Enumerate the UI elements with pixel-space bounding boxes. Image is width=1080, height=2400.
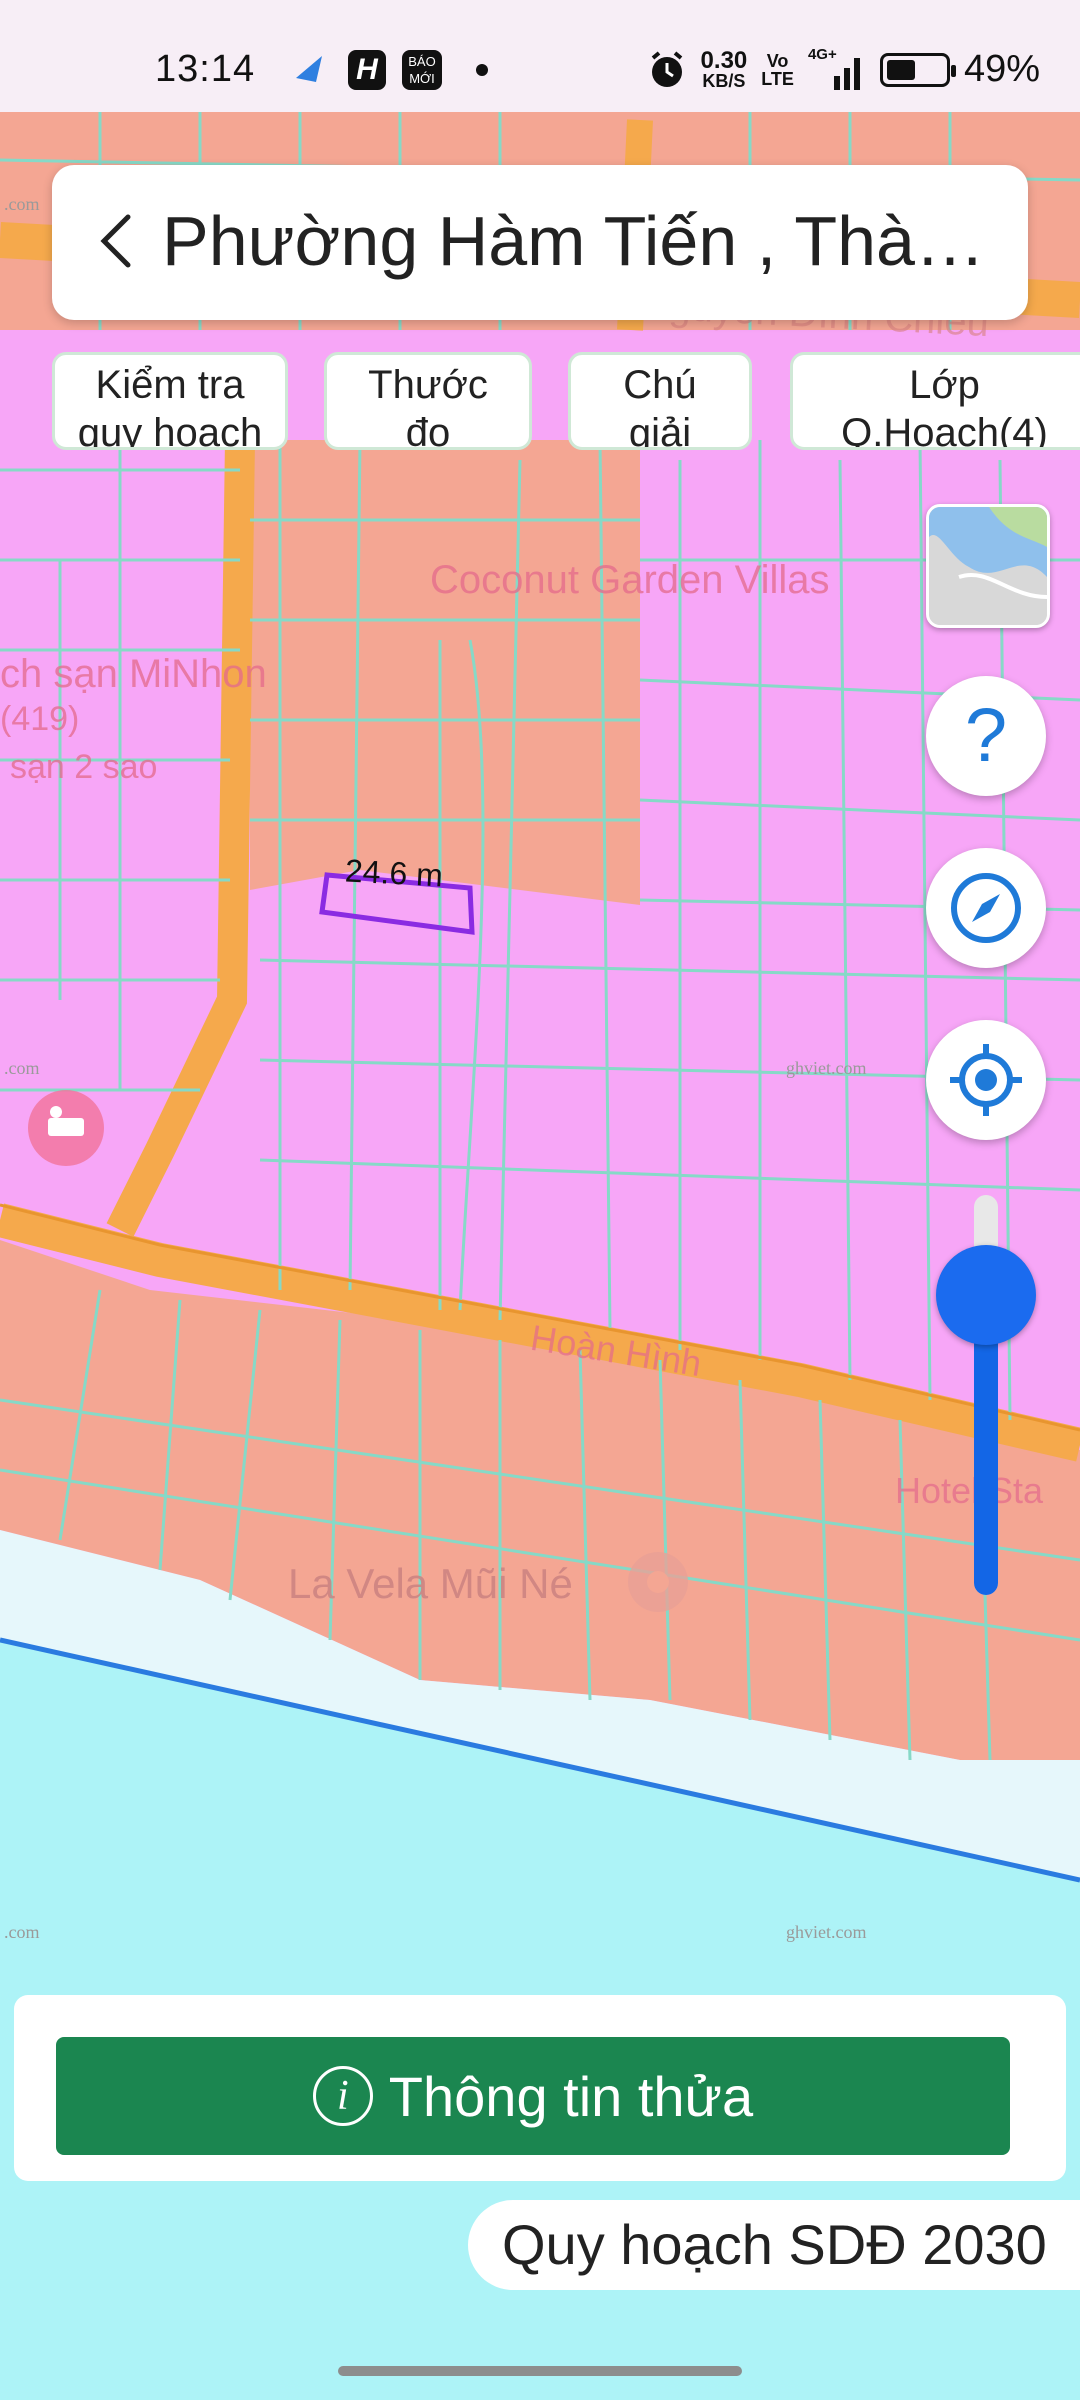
status-right-group: 0.30 KB/S Vo LTE 4G+ 49% (647, 46, 1040, 91)
compass-icon (951, 873, 1021, 943)
watermark: .com (4, 1058, 40, 1078)
h-app-icon: H (348, 50, 386, 90)
watermark: ghviet.com (786, 1922, 867, 1942)
location-header[interactable]: Phường Hàm Tiến , Thành phố Phan Thiết (52, 165, 1028, 320)
status-bar: 13:14 H BÁO MỚI 0.30 KB/S Vo LTE 4G+ 49% (0, 0, 1080, 112)
battery-percent: 49% (963, 48, 1040, 90)
chip-label-line1: Lớp (909, 363, 980, 407)
bao-moi-line1: BÁO (408, 54, 436, 69)
chip-label-line1: Chú (623, 363, 697, 407)
notification-dot-icon (476, 64, 488, 76)
check-planning-button[interactable]: Kiểm tra quy hoạch (52, 352, 288, 450)
ruler-button[interactable]: Thước đo (324, 352, 532, 450)
bao-moi-app-icon: BÁO MỚI (402, 50, 442, 90)
plan-layer-label[interactable]: Quy hoạch SDĐ 2030 (468, 2200, 1080, 2290)
signal-label: 4G+ (807, 45, 837, 63)
bao-moi-line2: MỚI (409, 71, 435, 86)
watermark: .com (4, 194, 40, 214)
commercial-zone-center (250, 440, 640, 905)
hotel-marker-icon[interactable] (28, 1090, 104, 1166)
measurement-label: 24.6 m (344, 852, 444, 894)
home-indicator[interactable] (338, 2366, 742, 2376)
signal-icon: 4G+ (808, 46, 866, 90)
parcel-info-label: Thông tin thửa (388, 2064, 754, 2128)
chip-label-line2: quy hoạch (77, 411, 263, 450)
volte-top: Vo (766, 50, 789, 71)
my-location-icon (950, 1044, 1022, 1116)
chip-label-line1: Kiểm tra (95, 363, 245, 407)
poi-label-coconut[interactable]: Coconut Garden Villas (430, 558, 830, 603)
poi-label-hotel-rating: (419) (0, 700, 80, 738)
info-icon: i (312, 2066, 373, 2126)
compass-button[interactable] (926, 848, 1046, 968)
chip-label-line2: đo (405, 411, 451, 450)
status-time: 13:14 (155, 48, 256, 90)
help-button[interactable]: ? (926, 676, 1046, 796)
question-mark-icon: ? (964, 693, 1008, 778)
poi-label-right[interactable]: Hotel Sta (895, 1470, 1043, 1512)
watermark: .com (4, 1922, 40, 1942)
net-speed: 0.30 KB/S (700, 46, 748, 91)
net-speed-unit: KB/S (702, 70, 746, 91)
net-speed-value: 0.30 (700, 46, 748, 74)
poi-label-hotel-class: sạn 2 sao (10, 748, 158, 786)
legend-button[interactable]: Chú giải (568, 352, 752, 450)
volte-icon: Vo LTE (761, 52, 794, 88)
zoom-slider-handle[interactable] (936, 1245, 1036, 1345)
page-title[interactable]: Phường Hàm Tiến , Thành phố Phan Thiết (162, 201, 1014, 281)
bird-app-icon (296, 56, 322, 82)
chip-label-line1: Thước (368, 363, 488, 407)
parcel-info-panel: i Thông tin thửa (14, 1995, 1066, 2181)
my-location-button[interactable] (926, 1020, 1046, 1140)
battery-icon (879, 52, 956, 87)
poi-label-hotel[interactable]: ch sạn MiNhon (0, 652, 267, 697)
volte-bottom: LTE (761, 68, 794, 89)
place-marker-icon[interactable] (628, 1552, 688, 1612)
chip-label-line2: Q.Hoạch(4) (841, 411, 1048, 450)
poi-label-lavela[interactable]: La Vela Mũi Né (288, 1560, 573, 1608)
chip-label-line2: giải (628, 411, 692, 450)
alarm-icon (651, 50, 682, 87)
watermark: ghviet.com (786, 1058, 867, 1078)
map-layer-thumbnail-icon[interactable] (926, 504, 1050, 628)
planning-layer-button[interactable]: Lớp Q.Hoạch(4) (790, 352, 1080, 450)
chevron-left-icon[interactable] (82, 205, 154, 277)
parcel-info-button[interactable]: i Thông tin thửa (56, 2037, 1010, 2155)
